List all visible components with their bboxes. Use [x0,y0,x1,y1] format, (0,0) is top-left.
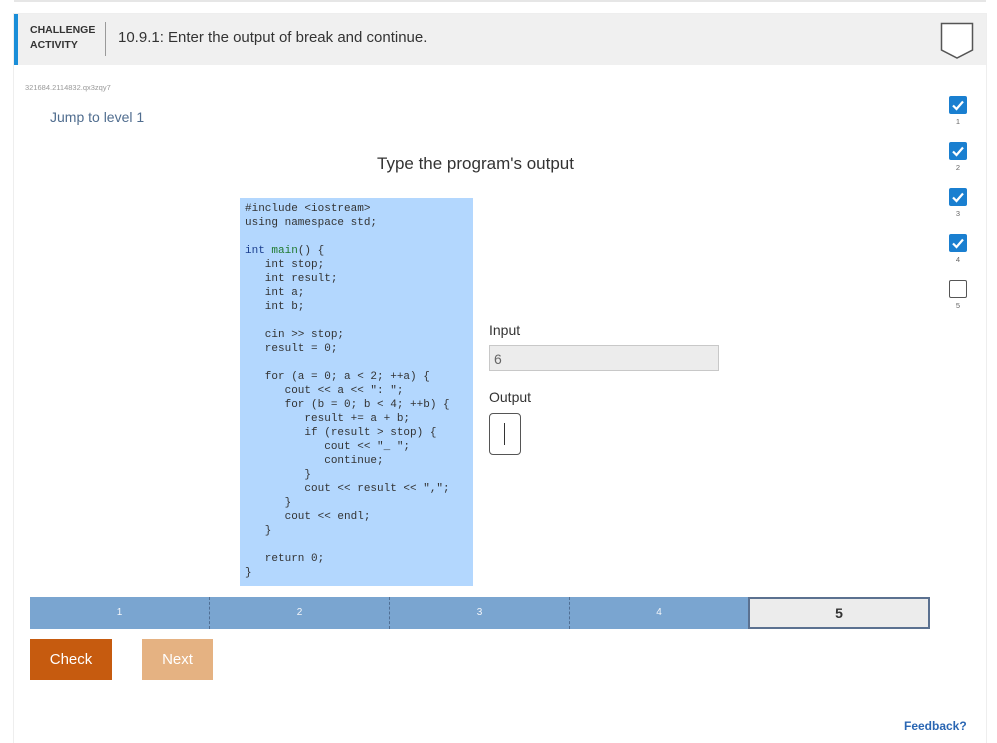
code-token: } [245,567,252,579]
code-line: cout << endl; [245,510,473,524]
level-number: 3 [955,209,961,218]
activity-id: 321684.2114832.qx3zqy7 [25,83,111,92]
task-prompt: Type the program's output [377,154,574,173]
program-input-field: 6 [489,345,719,371]
code-token: result = 0; [245,343,338,355]
code-line: cout << "_ "; [245,440,473,454]
feedback-link[interactable]: Feedback? [904,719,967,733]
input-label: Input [489,322,521,338]
code-token: using namespace std; [245,217,378,229]
code-block: #include <iostream> using namespace std; i… [240,198,473,586]
code-line: int b; [245,300,473,314]
checkbox-checked-icon [949,234,967,252]
code-line: cout << a << ": "; [245,384,473,398]
level-item-1[interactable]: 1 [949,96,969,126]
jump-to-level-link[interactable]: Jump to level 1 [50,109,144,125]
code-token: result += a + b; [245,413,411,425]
checkbox-checked-icon [949,142,967,160]
code-line: cout << result << ","; [245,482,473,496]
code-line: result = 0; [245,342,473,356]
checkbox-checked-icon [949,188,967,206]
code-line: result += a + b; [245,412,473,426]
activity-title: 10.9.1: Enter the output of break and co… [118,29,428,46]
code-line: } [245,468,473,482]
code-line: } [245,496,473,510]
progress-segment-1: 1 [30,597,210,629]
challenge-label-line2: ACTIVITY [30,39,78,51]
check-button[interactable]: Check [30,639,112,680]
code-text: #include <iostream> using namespace std; i… [240,198,473,580]
code-token: () { [297,245,325,257]
level-item-2[interactable]: 2 [949,142,969,172]
code-line: for (b = 0; b < 4; ++b) { [245,398,473,412]
progress-segment-5-current: 5 [748,597,930,629]
code-token: } [245,497,292,509]
code-token: #include <iostream> [245,203,371,215]
code-token: cout << a << ": "; [245,385,404,397]
code-line: } [245,524,473,538]
next-button[interactable]: Next [142,639,213,680]
progress-segment-4: 4 [570,597,748,629]
program-output-field[interactable] [489,413,521,455]
code-token: continue; [245,455,384,467]
activity-header: CHALLENGE ACTIVITY 10.9.1: Enter the out… [14,14,986,65]
code-line: } [245,566,473,580]
code-line: for (a = 0; a < 2; ++a) { [245,370,473,384]
code-token: int [245,245,272,257]
level-number: 2 [955,163,961,172]
progress-segment-3: 3 [390,597,570,629]
code-token: int a; [245,287,305,299]
code-token: int result; [245,273,338,285]
level-progress-bar: 1 2 3 4 5 [30,597,930,629]
progress-segment-2: 2 [210,597,390,629]
level-number: 1 [955,117,961,126]
code-token: } [245,525,272,537]
code-token: if (result > stop) { [245,427,437,439]
code-line: if (result > stop) { [245,426,473,440]
code-token: cout << endl; [245,511,371,523]
header-accent-bar [14,14,18,65]
completion-badge-icon [940,22,974,59]
code-token: for (a = 0; a < 2; ++a) { [245,371,430,383]
code-token: int stop; [245,259,325,271]
checkbox-checked-icon [949,96,967,114]
code-line: continue; [245,454,473,468]
checkbox-empty-icon [949,280,967,298]
code-token: int b; [245,301,305,313]
level-item-4[interactable]: 4 [949,234,969,264]
level-number: 4 [955,255,961,264]
code-line: int main() { [245,244,473,258]
code-token: return 0; [245,553,325,565]
challenge-card: CHALLENGE ACTIVITY 10.9.1: Enter the out… [14,14,986,743]
level-item-3[interactable]: 3 [949,188,969,218]
header-divider [105,22,106,56]
output-label: Output [489,389,532,405]
code-line: cin >> stop; [245,328,473,342]
challenge-activity-label: CHALLENGE ACTIVITY [30,23,110,53]
code-token: cout << "_ "; [245,441,411,453]
code-token: cin >> stop; [245,329,345,341]
top-rule [14,0,986,2]
challenge-label-line1: CHALLENGE [30,24,96,36]
code-line: int result; [245,272,473,286]
code-line: return 0; [245,552,473,566]
code-line: int a; [245,286,473,300]
code-token: main [271,245,298,257]
level-number: 5 [955,301,961,310]
text-cursor [504,423,505,445]
code-line: #include <iostream> [245,202,473,216]
code-line: int stop; [245,258,473,272]
code-line: using namespace std; [245,216,473,230]
code-token: for (b = 0; b < 4; ++b) { [245,399,450,411]
level-item-5[interactable]: 5 [949,280,969,310]
code-token: cout << result << ","; [245,483,450,495]
code-token: } [245,469,312,481]
